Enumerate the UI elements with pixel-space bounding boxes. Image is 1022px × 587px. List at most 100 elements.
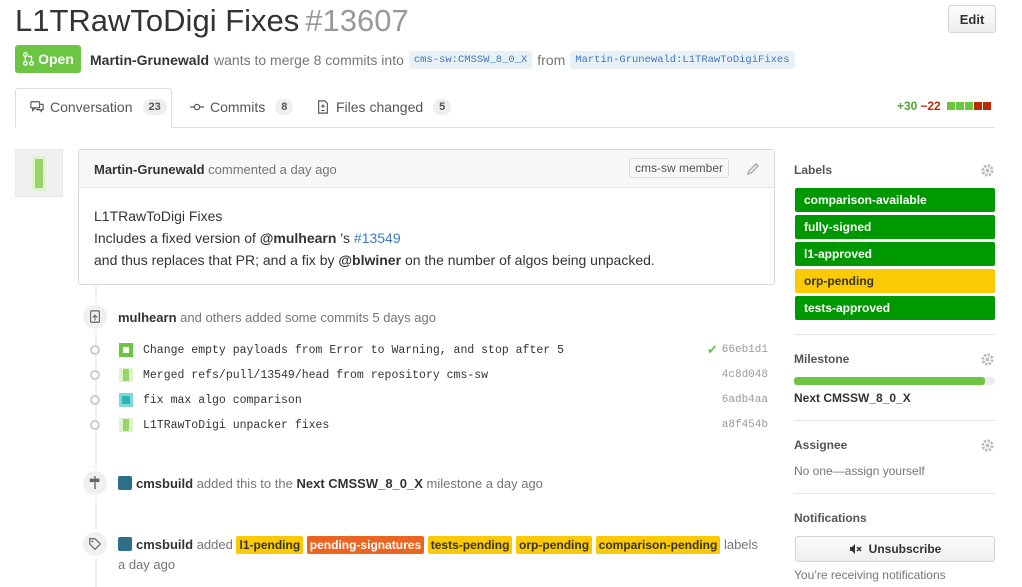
- comment-line: Includes a fixed version of @mulhearn 's…: [94, 227, 655, 249]
- comment-author[interactable]: Martin-Grunewald: [94, 162, 205, 177]
- base-ref[interactable]: cms-sw:CMSSW_8_0_X: [408, 51, 533, 69]
- sidebar-divider: [794, 334, 995, 335]
- state-label: Open: [38, 51, 74, 67]
- label-badge[interactable]: l1-pending: [236, 536, 304, 554]
- comment-action: commented a day ago: [208, 162, 337, 177]
- comment-box: Martin-Grunewald commented a day ago cms…: [78, 149, 775, 285]
- label-badge[interactable]: tests-pending: [427, 536, 513, 554]
- gear-icon[interactable]: [980, 438, 995, 453]
- commit-row[interactable]: Change empty payloads from Error to Warn…: [88, 340, 768, 360]
- diffstat-blocks: [946, 102, 991, 110]
- sidebar-divider: [794, 420, 995, 421]
- labels-heading: Labels: [794, 163, 833, 177]
- label-badge[interactable]: orp-pending: [516, 536, 593, 554]
- milestone-event: cmsbuild added this to the Next CMSSW_8_…: [118, 476, 543, 491]
- commit-message[interactable]: fix max algo comparison: [143, 394, 722, 407]
- labels-event-badge: [81, 530, 109, 558]
- tab-count: 23: [142, 99, 167, 115]
- tab-label: Files changed: [336, 99, 424, 115]
- event-user[interactable]: mulhearn: [118, 310, 177, 325]
- commit-message[interactable]: Merged refs/pull/13549/head from reposit…: [143, 369, 722, 382]
- commit-row[interactable]: Merged refs/pull/13549/head from reposit…: [88, 365, 768, 385]
- tab-conversation[interactable]: Conversation 23: [30, 99, 167, 115]
- comment-body: L1TRawToDigi Fixes Includes a fixed vers…: [94, 205, 655, 271]
- event-text: milestone a day ago: [426, 476, 543, 491]
- label-badge[interactable]: comparison-pending: [595, 536, 721, 554]
- diffstat-additions: +30: [897, 99, 918, 113]
- commit-dot: [90, 345, 100, 355]
- diffstat-block: [946, 102, 955, 110]
- teal-identicon: [119, 393, 133, 407]
- comment-discussion-icon: [30, 101, 44, 113]
- comment-text: on the number of algos being unpacked.: [404, 252, 655, 268]
- event-text: added: [196, 537, 233, 552]
- comment-text: and thus replaces that PR; and a fix by: [94, 252, 335, 268]
- commit-row[interactable]: fix max algo comparison 6adb4aa: [88, 390, 768, 410]
- commit-sha[interactable]: a8f454b: [722, 419, 768, 431]
- event-text: added this to the: [196, 476, 293, 491]
- commit-dot: [90, 370, 100, 380]
- avatar[interactable]: [15, 149, 63, 197]
- label-badge[interactable]: pending-signatures: [306, 536, 425, 554]
- member-badge: cms-sw member: [629, 158, 730, 178]
- from-text: from: [537, 52, 566, 68]
- file-diff-icon: [318, 100, 328, 114]
- merge-text: wants to merge 8 commits into: [214, 52, 404, 68]
- sidebar-divider: [794, 493, 995, 494]
- comment-meta: Martin-Grunewald commented a day ago: [94, 162, 337, 177]
- sidebar-label[interactable]: l1-approved: [795, 242, 995, 266]
- gear-icon[interactable]: [980, 352, 995, 367]
- tab-count: 8: [275, 99, 294, 115]
- commits-event-badge: [81, 303, 109, 331]
- commit-message[interactable]: Change empty payloads from Error to Warn…: [143, 344, 707, 357]
- tab-files-changed[interactable]: Files changed 5: [316, 99, 452, 115]
- pencil-icon[interactable]: [745, 161, 761, 177]
- user-mention[interactable]: @blwiner: [338, 252, 401, 268]
- edit-button[interactable]: Edit: [948, 5, 996, 33]
- commit-dot: [90, 420, 100, 430]
- commit-message[interactable]: L1TRawToDigi unpacker fixes: [143, 419, 722, 432]
- comment-header: Martin-Grunewald commented a day ago cms…: [79, 150, 774, 188]
- issue-link[interactable]: #13549: [354, 230, 401, 246]
- commit-sha[interactable]: 4c8d048: [722, 369, 768, 381]
- pr-meta: Martin-Grunewald wants to merge 8 commit…: [90, 51, 795, 69]
- diffstat-block: [973, 102, 982, 110]
- comment-text: Includes a fixed version of: [94, 230, 256, 246]
- tab-commits[interactable]: Commits 8: [190, 99, 294, 115]
- commit-row[interactable]: L1TRawToDigi unpacker fixes a8f454b: [88, 415, 768, 435]
- labels-event: cmsbuild added l1-pending pending-signat…: [118, 536, 758, 554]
- notifications-text: You’re receiving notifications: [794, 568, 946, 582]
- tab-label: Commits: [210, 99, 266, 115]
- tag-icon: [89, 538, 102, 551]
- unsubscribe-button[interactable]: Unsubscribe: [795, 536, 995, 562]
- sidebar-label[interactable]: fully-signed: [795, 215, 995, 239]
- diffstat-block: [964, 102, 973, 110]
- milestone-icon: [89, 476, 100, 490]
- gear-icon[interactable]: [980, 163, 995, 178]
- lime-identicon: [119, 368, 133, 382]
- green-identicon: [119, 343, 133, 357]
- commit-sha[interactable]: 66eb1d1: [722, 344, 768, 356]
- event-user[interactable]: cmsbuild: [136, 537, 193, 552]
- sidebar-label[interactable]: comparison-available: [795, 188, 995, 212]
- head-ref[interactable]: Martin-Grunewald:L1TRawToDigiFixes: [570, 51, 795, 69]
- milestone-link[interactable]: Next CMSSW_8_0_X: [296, 476, 422, 491]
- assign-yourself-link[interactable]: No one—assign yourself: [794, 464, 925, 478]
- cmsbuild-avatar: [118, 476, 132, 490]
- diffstat-block: [982, 102, 991, 110]
- pr-number: #13607: [305, 3, 409, 38]
- diffstat: +30 −22: [897, 99, 991, 113]
- milestone-name[interactable]: Next CMSSW_8_0_X: [794, 391, 911, 405]
- author-link[interactable]: Martin-Grunewald: [90, 52, 209, 68]
- check-icon: ✔: [706, 342, 718, 357]
- assignee-heading: Assignee: [794, 438, 848, 452]
- unsubscribe-label: Unsubscribe: [868, 542, 942, 556]
- milestone-progress-fill: [794, 377, 985, 385]
- commit-sha[interactable]: 6adb4aa: [722, 394, 768, 406]
- sidebar-label[interactable]: tests-approved: [795, 296, 995, 320]
- commits-event: mulhearn and others added some commits 5…: [118, 310, 436, 325]
- event-user[interactable]: cmsbuild: [136, 476, 193, 491]
- sidebar-label[interactable]: orp-pending: [795, 269, 995, 293]
- pr-title: L1TRawToDigi Fixes #13607: [15, 2, 409, 40]
- user-mention[interactable]: @mulhearn: [260, 230, 337, 246]
